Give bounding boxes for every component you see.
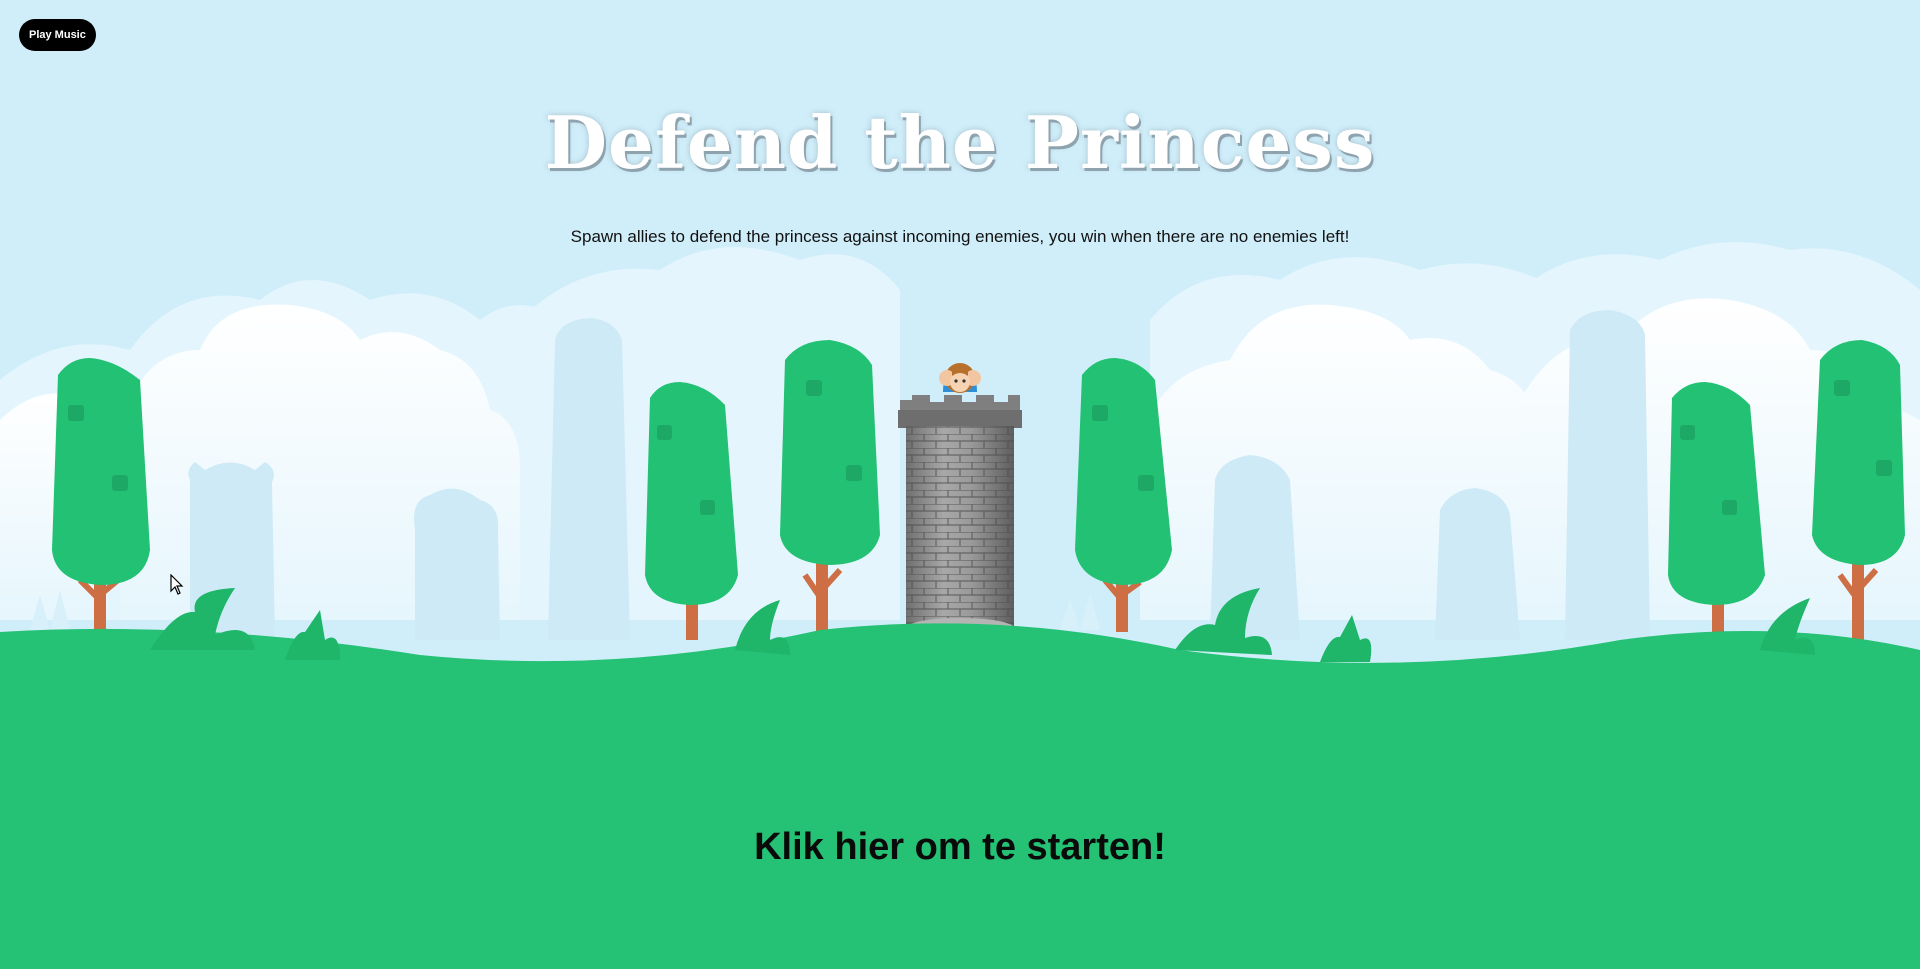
game-instructions: Spawn allies to defend the princess agai… — [570, 227, 1350, 246]
play-music-button[interactable]: Play Music — [19, 19, 96, 51]
arrow-cursor-icon — [170, 574, 184, 595]
game-stage: Play Music Defend the Princess Spawn all… — [0, 0, 1920, 969]
ground — [0, 623, 1920, 969]
stone-tower — [898, 395, 1022, 646]
game-title: Defend the Princess — [544, 100, 1376, 185]
princess-icon — [939, 363, 981, 393]
start-game-button[interactable]: Klik hier om te starten! — [0, 826, 1920, 869]
